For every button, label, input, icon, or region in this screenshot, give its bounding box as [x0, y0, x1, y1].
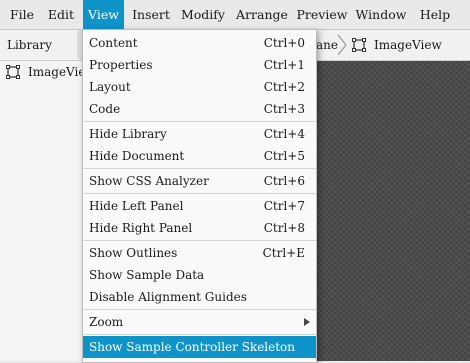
menu-item-hide-left-panel[interactable]: Hide Left Panel Ctrl+7	[83, 195, 316, 217]
menu-edit[interactable]: Edit	[43, 0, 79, 29]
design-canvas[interactable]	[316, 61, 470, 361]
menu-item-layout[interactable]: Layout Ctrl+2	[83, 76, 316, 98]
menu-item-hide-document[interactable]: Hide Document Ctrl+5	[83, 145, 316, 167]
menu-preview[interactable]: Preview	[295, 0, 349, 29]
menu-item-show-sample-controller-skeleton[interactable]: Show Sample Controller Skeleton	[83, 336, 316, 358]
breadcrumb-current[interactable]: ImageView	[374, 38, 442, 52]
menu-view[interactable]: View	[83, 0, 124, 29]
menu-item-content[interactable]: Content Ctrl+0	[83, 32, 316, 54]
menu-separator	[83, 334, 316, 335]
menu-item-code[interactable]: Code Ctrl+3	[83, 98, 316, 120]
menu-modify[interactable]: Modify	[177, 0, 229, 29]
menu-bar: File Edit View Insert Modify Arrange Pre…	[0, 0, 470, 30]
menu-arrange[interactable]: Arrange	[234, 0, 290, 29]
menu-help[interactable]: Help	[417, 0, 453, 29]
image-view-icon	[6, 65, 20, 79]
menu-window[interactable]: Window	[354, 0, 408, 29]
view-menu-dropdown: Content Ctrl+0 Properties Ctrl+1 Layout Ctr…	[82, 29, 317, 363]
menu-item-show-css-analyzer[interactable]: Show CSS Analyzer Ctrl+6	[83, 170, 316, 192]
menu-separator	[83, 121, 316, 122]
menu-item-hide-library[interactable]: Hide Library Ctrl+4	[83, 123, 316, 145]
menu-item-hide-right-panel[interactable]: Hide Right Panel Ctrl+8	[83, 217, 316, 239]
menu-separator	[83, 193, 316, 194]
menu-item-show-sample-data[interactable]: Show Sample Data	[83, 264, 316, 286]
menu-item-show-outlines[interactable]: Show Outlines Ctrl+E	[83, 242, 316, 264]
menu-item-properties[interactable]: Properties Ctrl+1	[83, 54, 316, 76]
menu-file[interactable]: File	[6, 0, 38, 29]
library-panel: ImageView	[0, 61, 96, 361]
submenu-arrow-icon	[304, 318, 310, 326]
menu-item-zoom[interactable]: Zoom	[83, 311, 316, 333]
menu-item-disable-alignment-guides[interactable]: Disable Alignment Guides	[83, 286, 316, 308]
breadcrumb-separator-icon	[337, 34, 347, 56]
menu-separator	[83, 309, 316, 310]
menu-separator	[83, 240, 316, 241]
menu-separator	[83, 168, 316, 169]
image-view-icon	[352, 38, 366, 52]
menu-insert[interactable]: Insert	[129, 0, 173, 29]
library-title: Library	[7, 38, 52, 52]
